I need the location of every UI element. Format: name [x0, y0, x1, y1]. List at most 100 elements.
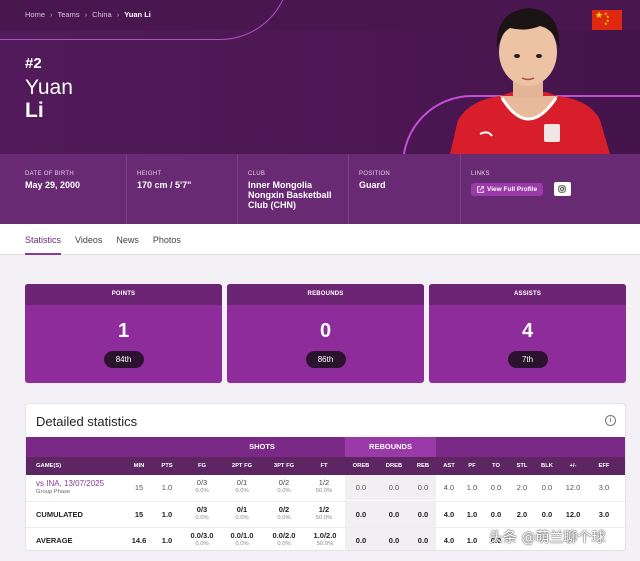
cell-dreb: 0.0 — [388, 483, 400, 492]
rebounds-card-label: REBOUNDS — [227, 284, 424, 305]
col-min: MIN — [133, 463, 145, 469]
cell-fg-made: 0/3 — [196, 478, 208, 487]
cell-2pt-made: 0.0/1.0 — [230, 531, 254, 540]
col-to: TO — [492, 463, 500, 469]
cell-dreb: 0.0 — [388, 536, 400, 545]
club-cell: CLUB Inner Mongolia Nongxin Basketball C… — [238, 154, 349, 224]
col-stl: STL — [516, 463, 528, 469]
height-value: 170 cm / 5'7" — [137, 180, 192, 190]
cell-fg-pct: 0.0% — [195, 515, 209, 521]
cell-ft-pct: 50.0% — [315, 488, 333, 494]
rebounds-card: REBOUNDS 0 86th — [227, 284, 424, 383]
col-eff: EFF — [598, 463, 610, 469]
col-dreb: DREB — [385, 463, 403, 469]
cell-ft: 1/2 50.0% — [309, 479, 339, 495]
tab-news[interactable]: News — [116, 224, 139, 255]
cell-min: 15 — [134, 510, 144, 519]
cell-pf: 1.0 — [466, 510, 478, 519]
cell-ft-pct: 50.0% — [316, 541, 334, 547]
group-header-shots: SHOTS — [179, 437, 345, 457]
cell-ft-made: 1/2 — [318, 505, 330, 514]
cell-3pt-pct: 0.0% — [277, 488, 291, 494]
club-label: CLUB — [248, 171, 266, 177]
flag-star-icon: ★ — [604, 21, 608, 26]
assists-value: 4 — [521, 320, 534, 342]
cell-2pt-pct: 0.0% — [235, 488, 249, 494]
cell-fg: 0/3 0.0% — [187, 479, 217, 495]
cell-ast: 4.0 — [443, 536, 455, 545]
instagram-icon — [558, 185, 566, 193]
player-last-name: Li — [25, 99, 44, 122]
cell-2pt-made: 0/1 — [236, 505, 248, 514]
player-hero: Home › Teams › China › Yuan Li #2 Yuan L… — [0, 0, 640, 154]
player-first-name: Yuan — [25, 76, 73, 99]
col-plus-minus: +/- — [569, 463, 577, 469]
cell-fg: 0.0/3.0 0.0% — [184, 532, 220, 548]
position-value: Guard — [359, 180, 386, 190]
external-link-icon — [477, 186, 484, 193]
col-2pt-fg: 2PT FG — [231, 463, 253, 469]
player-photo — [450, 8, 610, 154]
cell-dreb: 0.0 — [388, 510, 400, 519]
game-link[interactable]: vs INA, 13/07/2025 — [36, 479, 104, 488]
cell-ft-pct: 50.0% — [315, 515, 333, 521]
breadcrumb-teams[interactable]: Teams — [58, 10, 80, 19]
group-header-blank — [436, 437, 625, 457]
instagram-button[interactable] — [553, 181, 571, 196]
game-cell: vs INA, 13/07/2025 Group Phase — [36, 479, 104, 495]
cell-reb: 0.0 — [417, 510, 429, 519]
tab-photos[interactable]: Photos — [153, 224, 181, 255]
cell-reb: 0.0 — [417, 536, 429, 545]
cell-stl: 2.0 — [516, 483, 528, 492]
cell-3pt-pct: 0.0% — [277, 515, 291, 521]
cell-fg: 0/3 0.0% — [187, 506, 217, 522]
detailed-statistics-title: Detailed statistics — [36, 414, 138, 429]
cell-pts: 1.0 — [161, 536, 173, 545]
rebounds-value: 0 — [319, 320, 332, 342]
group-header-rebounds: REBOUNDS — [345, 437, 436, 457]
links-label: LINKS — [471, 171, 490, 177]
col-pf: PF — [468, 463, 476, 469]
cell-ast: 4.0 — [443, 483, 455, 492]
column-headers: GAME(S) MIN PTS FG 2PT FG 3PT FG FT OREB… — [26, 457, 625, 475]
club-value: Inner Mongolia Nongxin Basketball Club (… — [248, 180, 332, 210]
cell-stl: 2.0 — [516, 510, 528, 519]
view-full-profile-button[interactable]: View Full Profile — [471, 183, 544, 196]
cell-ast: 4.0 — [443, 510, 455, 519]
info-icon[interactable]: i — [605, 415, 616, 426]
chevron-right-icon: › — [116, 10, 120, 19]
cell-2pt: 0/1 0.0% — [224, 506, 260, 522]
chevron-right-icon: › — [84, 10, 88, 19]
breadcrumb-current: Yuan Li — [124, 10, 151, 19]
breadcrumb-home[interactable]: Home — [25, 10, 45, 19]
cell-plus-minus: 12.0 — [565, 483, 581, 492]
game-phase: Group Phase — [36, 489, 71, 495]
tab-statistics[interactable]: Statistics — [25, 224, 62, 255]
cell-2pt-pct: 0.0% — [235, 515, 249, 521]
view-full-profile-label: View Full Profile — [487, 186, 538, 193]
decor-arc — [0, 0, 290, 40]
cell-to: 0.0 — [490, 510, 502, 519]
breadcrumb-china[interactable]: China — [92, 10, 112, 19]
breadcrumb: Home › Teams › China › Yuan Li — [25, 10, 151, 19]
cell-blk: 0.0 — [541, 483, 553, 492]
assists-rank-badge: 7th — [507, 351, 548, 368]
col-pts: PTS — [161, 463, 173, 469]
cell-ft: 1/2 50.0% — [309, 506, 339, 522]
cell-oreb: 0.0 — [355, 536, 367, 545]
cell-3pt-made: 0/2 — [278, 478, 290, 487]
flag-star-icon: ★ — [595, 10, 604, 20]
tab-videos[interactable]: Videos — [75, 224, 102, 255]
rebounds-rank-badge: 86th — [305, 351, 346, 368]
cell-2pt-made: 0/1 — [236, 478, 248, 487]
dob-cell: DATE OF BIRTH May 29, 2000 — [0, 154, 127, 224]
cell-pts: 1.0 — [161, 510, 173, 519]
col-blk: BLK — [541, 463, 553, 469]
profile-tabs: Statistics Videos News Photos — [0, 224, 640, 255]
row-label: AVERAGE — [36, 536, 73, 545]
cell-to: 0.0 — [490, 483, 502, 492]
dob-label: DATE OF BIRTH — [25, 171, 75, 177]
cell-ft: 1.0/2.0 50.0% — [306, 532, 344, 548]
cell-oreb: 0.0 — [355, 510, 367, 519]
watermark: 头条 @萌兰聊个球 — [489, 530, 606, 546]
